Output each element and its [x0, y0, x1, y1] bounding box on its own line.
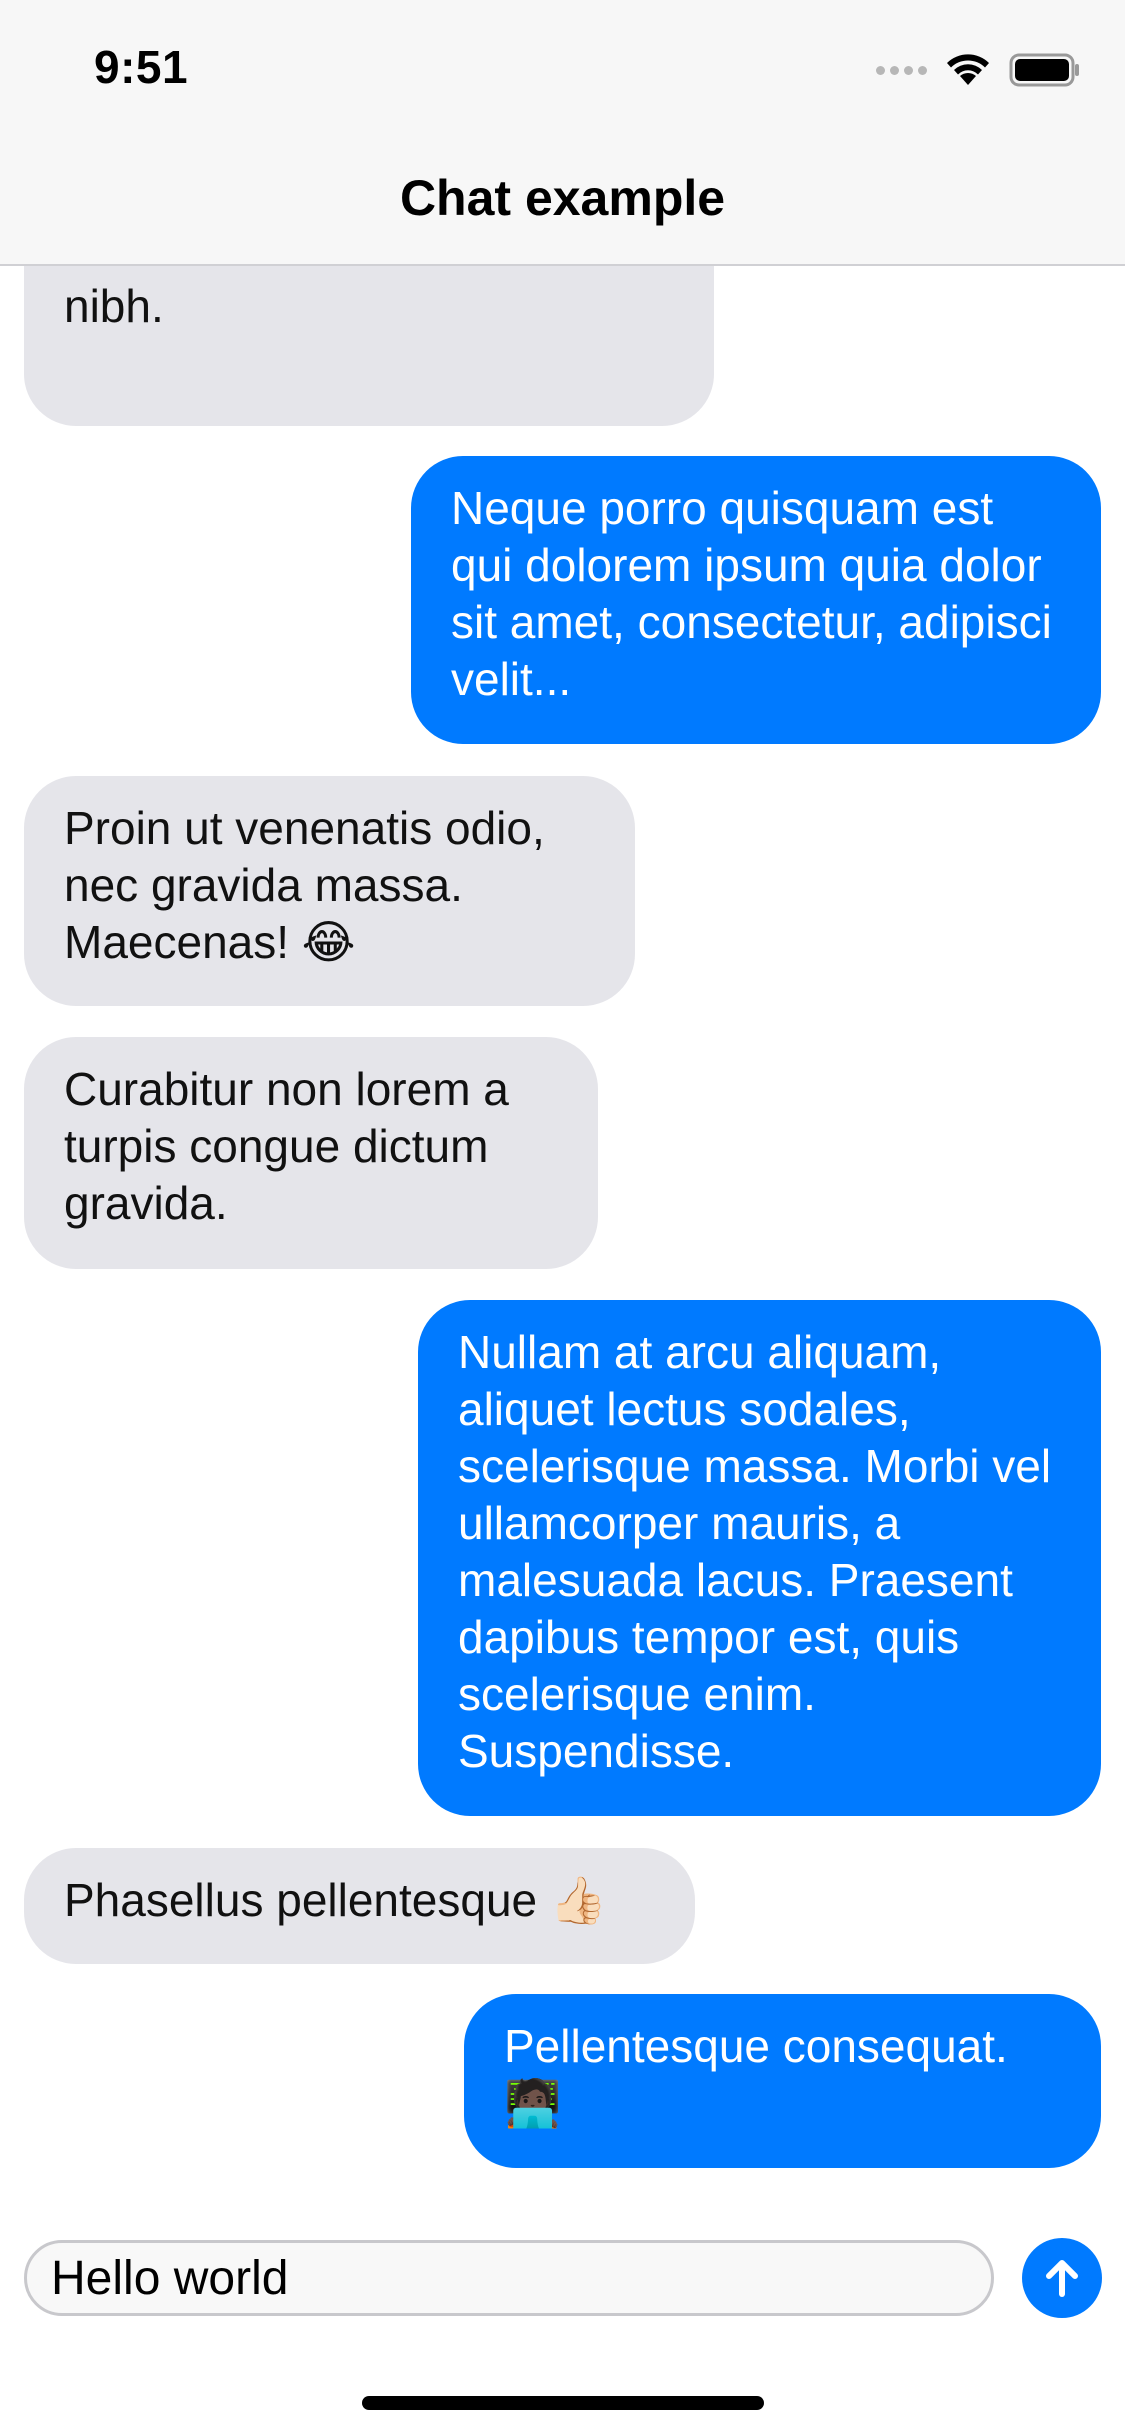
nav-title: Chat example — [399, 170, 726, 226]
status-icons — [876, 48, 1081, 92]
message-text: Pellentesque consequat. 🧑🏿‍💻 — [504, 2020, 1008, 2129]
message-input[interactable] — [24, 2240, 994, 2316]
message-bubble-outgoing: Nullam at arcu aliquam, aliquet lectus s… — [418, 1300, 1101, 1816]
battery-icon — [1009, 53, 1079, 87]
arrow-up-icon — [1046, 2260, 1078, 2297]
message-bubble-incoming: Phasellus pellentesque 👍🏻 — [24, 1848, 695, 1964]
message-text: Phasellus pellentesque 👍🏻 — [64, 1874, 608, 1926]
message-text: nibh. — [64, 280, 164, 332]
wifi-icon — [947, 54, 989, 85]
message-list[interactable]: nibh. Neque porro quisquam est qui dolor… — [0, 0, 1125, 2170]
message-bubble-outgoing: Pellentesque consequat. 🧑🏿‍💻 — [464, 1994, 1101, 2168]
message-text: Curabitur non lorem a turpis congue dict… — [64, 1063, 509, 1229]
message-text: Proin ut venenatis odio, nec gravida mas… — [64, 802, 545, 968]
chat-screen: nibh. Neque porro quisquam est qui dolor… — [0, 0, 1125, 2436]
navigation-bar: 9:51 Chat example — [0, 0, 1125, 266]
message-bubble-incoming: Curabitur non lorem a turpis congue dict… — [24, 1037, 598, 1269]
message-composer — [0, 2210, 1125, 2350]
message-bubble-outgoing: Neque porro quisquam est qui dolorem ips… — [411, 456, 1101, 744]
message-text: Neque porro quisquam est qui dolorem ips… — [451, 482, 1052, 705]
send-button[interactable] — [1022, 2238, 1102, 2318]
message-bubble-incoming: Proin ut venenatis odio, nec gravida mas… — [24, 776, 635, 1006]
status-time: 9:51 — [94, 41, 189, 93]
cellular-signal-icon — [876, 65, 927, 75]
message-text: Nullam at arcu aliquam, aliquet lectus s… — [458, 1326, 1052, 1777]
home-indicator[interactable] — [362, 2396, 764, 2410]
